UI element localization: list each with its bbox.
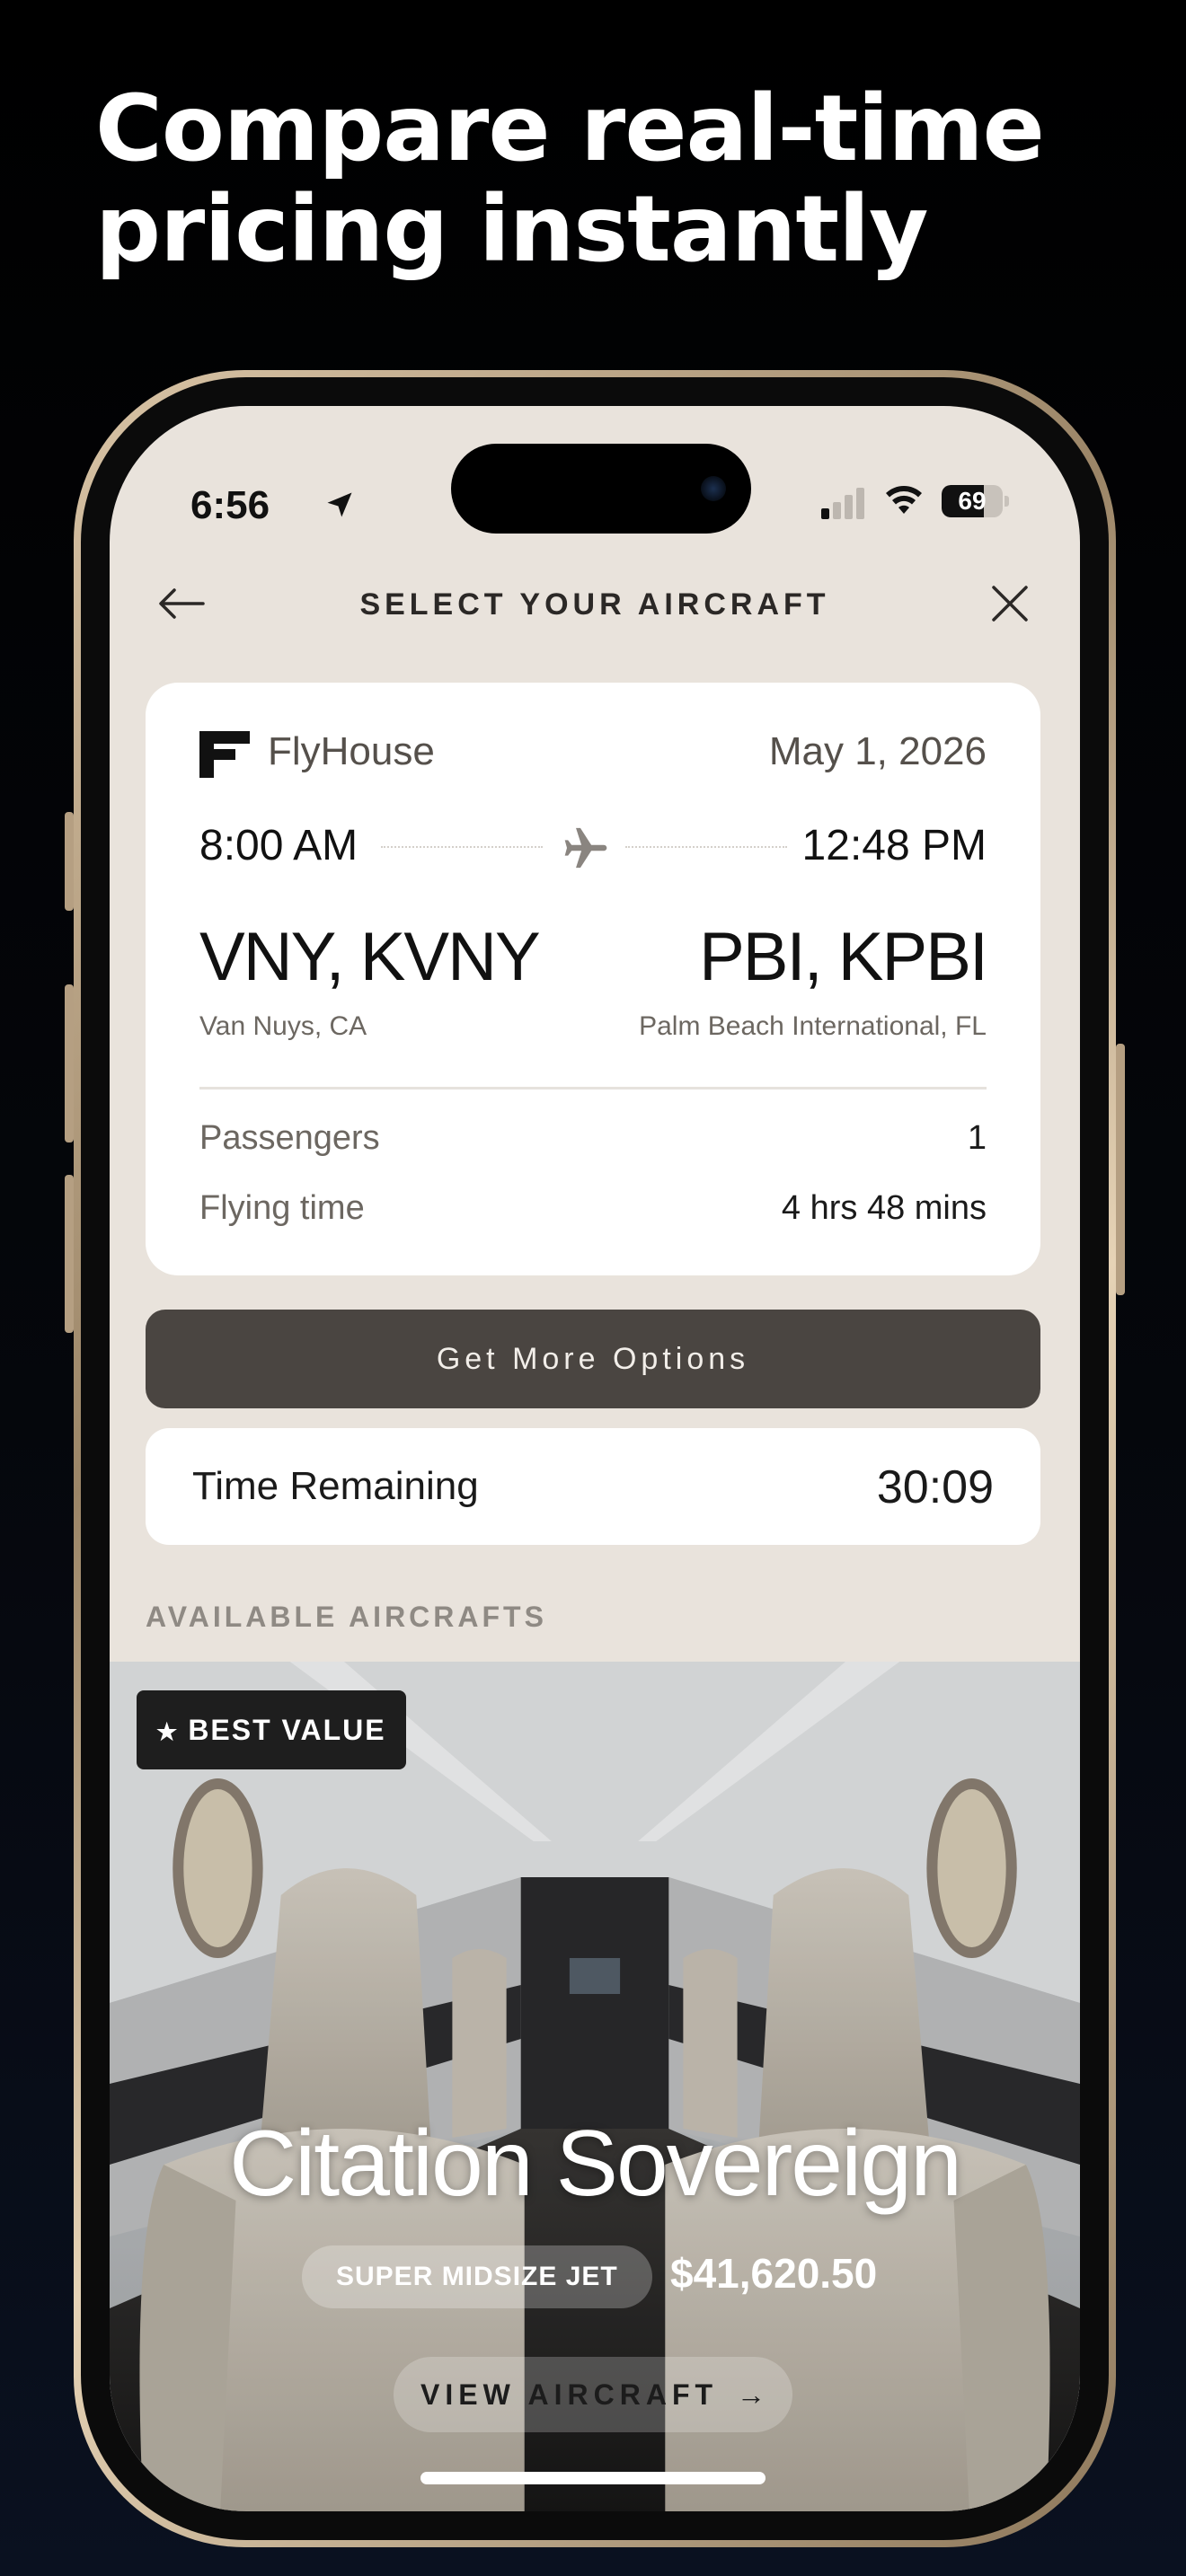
cellular-signal-icon [821, 488, 864, 519]
badge-label: BEST VALUE [188, 1714, 386, 1746]
arrival-airport-code: PBI, KPBI [699, 919, 988, 995]
app-screen: 6:56 69 SELECT YOUR AIRCRAFT FlyHouse Ma… [110, 406, 1080, 2511]
headline-line-2: pricing instantly [95, 176, 929, 283]
status-time: 6:56 [190, 483, 270, 527]
flying-time-value: 4 hrs 48 mins [781, 1189, 987, 1227]
camera-icon [701, 476, 726, 501]
best-value-badge: ★ BEST VALUE [137, 1690, 406, 1769]
aircraft-name: Citation Sovereign [229, 2112, 962, 2216]
arrival-city: Palm Beach International, FL [639, 1011, 987, 1041]
airplane-icon [564, 827, 607, 869]
top-bar: SELECT YOUR AIRCRAFT [110, 568, 1080, 640]
passengers-value: 1 [967, 1119, 987, 1157]
arrow-right-icon: → [736, 2378, 766, 2411]
operator-name: FlyHouse [268, 729, 435, 773]
close-icon[interactable] [988, 582, 1031, 625]
location-arrow-icon [327, 492, 352, 517]
arrival-time: 12:48 PM [801, 822, 987, 869]
section-title: AVAILABLE AIRCRAFTS [146, 1601, 547, 1633]
action-button [65, 812, 74, 911]
headline-line-1: Compare real-time [95, 75, 1045, 182]
aircraft-category-pill: SUPER MIDSIZE JET [302, 2245, 652, 2308]
get-more-options-button[interactable]: Get More Options [146, 1310, 1040, 1408]
power-button [1116, 1044, 1125, 1295]
time-remaining-card: Time Remaining 30:09 [146, 1428, 1040, 1545]
route-line-left [381, 846, 543, 848]
aircraft-card[interactable]: ★ BEST VALUE Citation Sovereign SUPER MID… [110, 1662, 1080, 2511]
home-indicator[interactable] [420, 2472, 766, 2484]
wifi-icon [886, 486, 922, 514]
view-aircraft-button[interactable]: VIEW AIRCRAFT → [394, 2357, 792, 2432]
time-remaining-value: 30:09 [876, 1461, 994, 1513]
page-title: SELECT YOUR AIRCRAFT [359, 587, 830, 622]
departure-airport-code: VNY, KVNY [199, 919, 541, 995]
aircraft-price: $41,620.50 [670, 2250, 878, 2297]
flyhouse-logo-icon [199, 731, 250, 778]
departure-time: 8:00 AM [199, 822, 358, 869]
status-bar: 6:56 69 [110, 406, 1080, 534]
flying-time-label: Flying time [199, 1189, 365, 1227]
route-line-right [625, 846, 787, 848]
trip-summary-card: FlyHouse May 1, 2026 8:00 AM 12:48 PM VN… [146, 683, 1040, 1275]
volume-down-button [65, 1175, 74, 1333]
battery-level: 69 [958, 487, 987, 515]
view-aircraft-label: VIEW AIRCRAFT [420, 2378, 719, 2411]
phone-frame: 6:56 69 SELECT YOUR AIRCRAFT FlyHouse Ma… [65, 370, 1125, 2547]
passengers-label: Passengers [199, 1119, 380, 1157]
volume-up-button [65, 984, 74, 1142]
flight-date: May 1, 2026 [768, 729, 987, 773]
time-remaining-label: Time Remaining [192, 1464, 479, 1508]
star-icon: ★ [156, 1718, 180, 1745]
card-divider [199, 1087, 987, 1090]
departure-city: Van Nuys, CA [199, 1011, 367, 1041]
battery-icon: 69 [942, 485, 1010, 517]
dynamic-island [451, 444, 751, 534]
headline: Compare real-time pricing instantly [95, 79, 1084, 280]
